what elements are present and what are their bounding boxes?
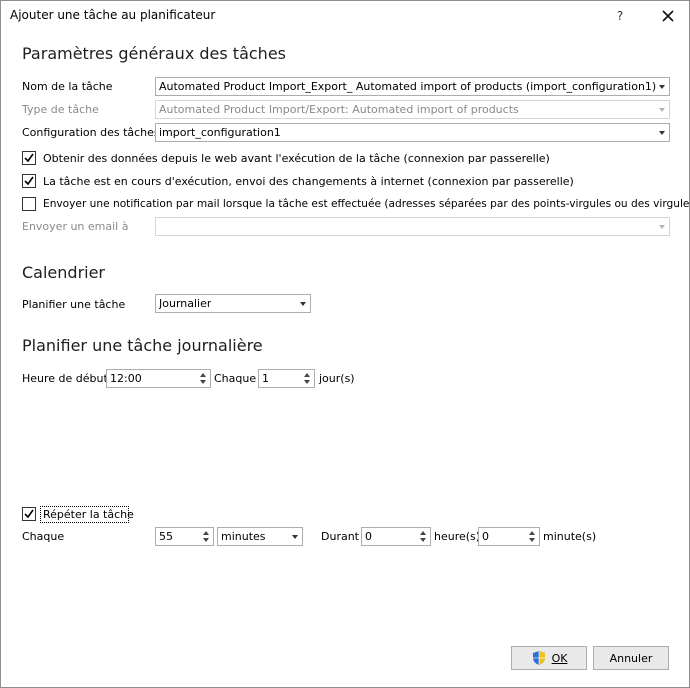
task-name-combo[interactable]: Automated Product Import_Export_ Automat… (155, 77, 670, 96)
window-title: Ajouter une tâche au planificateur (10, 8, 216, 22)
spin-up-icon[interactable] (203, 531, 209, 535)
opt-fetch-web-checkbox[interactable] (22, 151, 36, 165)
checkmark-icon (24, 176, 34, 186)
title-bar: Ajouter une tâche au planificateur ? (1, 1, 689, 31)
spin-up-icon[interactable] (304, 373, 310, 377)
opt-fetch-web-label[interactable]: Obtenir des données depuis le web avant … (43, 152, 550, 165)
duration-minutes-spinner[interactable]: 0 (478, 527, 540, 546)
opt-send-changes-label[interactable]: La tâche est en cours d'exécution, envoi… (43, 175, 574, 188)
checkmark-icon (24, 153, 34, 163)
spin-down-icon[interactable] (200, 380, 206, 384)
spin-up-icon[interactable] (420, 531, 426, 535)
spin-down-icon[interactable] (529, 538, 535, 542)
daily-heading: Planifier une tâche journalière (22, 336, 263, 355)
email-label: Envoyer un email à (22, 220, 129, 233)
duration-minutes-value: 0 (482, 530, 489, 543)
chevron-down-icon (659, 225, 665, 229)
schedule-label: Planifier une tâche (22, 298, 126, 311)
email-combo (155, 217, 670, 236)
help-button[interactable]: ? (608, 4, 632, 28)
every-days-value: 1 (262, 372, 269, 385)
spin-up-icon[interactable] (529, 531, 535, 535)
task-type-combo: Automated Product Import/Export: Automat… (155, 100, 670, 119)
shield-icon (532, 651, 545, 665)
calendar-heading: Calendrier (22, 263, 106, 282)
general-heading: Paramètres généraux des tâches (22, 44, 286, 63)
repeat-unit-combo[interactable]: minutes (217, 527, 303, 546)
spin-down-icon[interactable] (304, 380, 310, 384)
task-type-value: Automated Product Import/Export: Automat… (159, 103, 519, 116)
chevron-down-icon (659, 108, 665, 112)
every-days-label: Chaque (214, 372, 257, 385)
hours-unit-label: heure(s) (434, 530, 481, 543)
minutes-unit-label: minute(s) (543, 530, 597, 543)
duration-hours-value: 0 (365, 530, 372, 543)
ok-button[interactable]: OK (511, 646, 587, 670)
repeat-every-spinner[interactable]: 55 (155, 527, 214, 546)
close-button[interactable] (655, 4, 681, 28)
cancel-button[interactable]: Annuler (593, 646, 669, 670)
chevron-down-icon (300, 302, 306, 306)
start-time-value: 12:00 (110, 372, 142, 385)
every-days-spinner[interactable]: 1 (258, 369, 315, 388)
task-type-label: Type de tâche (22, 103, 99, 116)
spin-down-icon[interactable] (203, 538, 209, 542)
opt-email-notify-checkbox[interactable] (22, 197, 36, 211)
schedule-value: Journalier (159, 297, 212, 310)
task-config-combo[interactable]: import_configuration1 (155, 123, 670, 142)
duration-hours-spinner[interactable]: 0 (361, 527, 431, 546)
task-config-value: import_configuration1 (159, 126, 281, 139)
spin-down-icon[interactable] (420, 538, 426, 542)
schedule-combo[interactable]: Journalier (155, 294, 311, 313)
opt-email-notify-label[interactable]: Envoyer une notification par mail lorsqu… (43, 198, 690, 210)
chevron-down-icon (292, 535, 298, 539)
opt-send-changes-checkbox[interactable] (22, 174, 36, 188)
chevron-down-icon (659, 131, 665, 135)
dialog-window: Ajouter une tâche au planificateur ? Par… (0, 0, 690, 688)
spin-up-icon[interactable] (200, 373, 206, 377)
chevron-down-icon (659, 85, 665, 89)
repeat-task-label[interactable]: Répéter la tâche (43, 508, 134, 521)
close-icon (662, 10, 674, 22)
checkmark-icon (24, 509, 34, 519)
repeat-every-label: Chaque (22, 530, 65, 543)
start-time-spinner[interactable]: 12:00 (106, 369, 211, 388)
start-time-label: Heure de début (22, 372, 108, 385)
ok-label: OK (551, 651, 568, 665)
task-config-label: Configuration des tâches (22, 126, 160, 139)
duration-label: Durant (321, 530, 359, 543)
days-unit-label: jour(s) (319, 372, 355, 385)
task-name-value: Automated Product Import_Export_ Automat… (159, 80, 657, 93)
repeat-every-value: 55 (159, 530, 173, 543)
repeat-unit-value: minutes (221, 530, 266, 543)
task-name-label: Nom de la tâche (22, 80, 113, 93)
repeat-task-checkbox[interactable] (22, 507, 36, 521)
